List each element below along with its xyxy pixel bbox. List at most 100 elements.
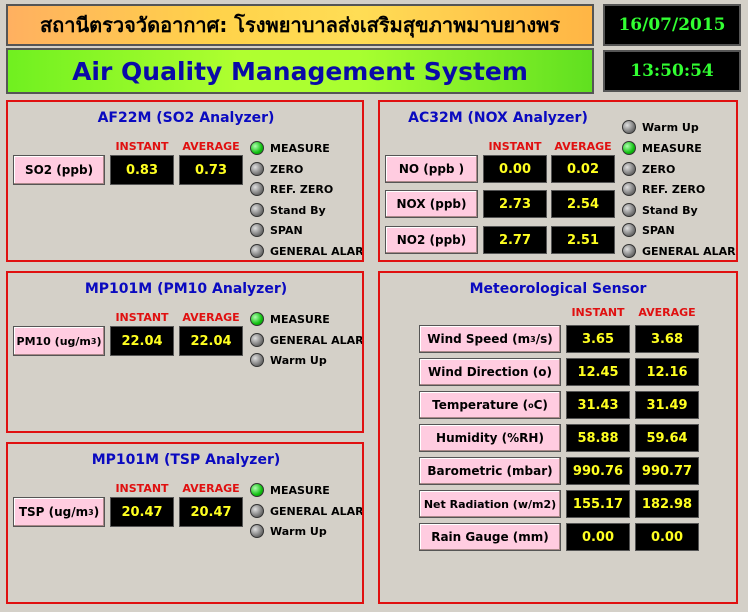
humidity-average: 59.64 bbox=[635, 424, 699, 452]
wind-speed-instant: 3.65 bbox=[566, 325, 630, 353]
met-average-header: AVERAGE bbox=[638, 306, 696, 319]
nox-instant-value: 2.73 bbox=[483, 190, 547, 218]
temperature-average: 31.49 bbox=[635, 391, 699, 419]
humidity-label: Humidity (%RH) bbox=[419, 424, 561, 452]
status-led-off-icon bbox=[250, 223, 264, 237]
so2-panel: AF22M (SO2 Analyzer) INSTANT AVERAGE SO2… bbox=[6, 100, 364, 262]
status-led-on-icon bbox=[250, 483, 264, 497]
status-led-off-icon bbox=[250, 504, 264, 518]
pm10-instant-header: INSTANT bbox=[115, 311, 169, 324]
no2-instant-value: 2.77 bbox=[483, 226, 547, 254]
pm10-instant-value: 22.04 bbox=[110, 326, 174, 356]
pm10-status-measure: MEASURE bbox=[250, 311, 362, 327]
pm10-title: MP101M (PM10 Analyzer) bbox=[84, 281, 288, 297]
status-led-off-icon bbox=[250, 244, 264, 258]
tsp-instant-header: INSTANT bbox=[115, 482, 169, 495]
temperature-label: Temperature ( o C) bbox=[419, 391, 561, 419]
rain-gauge-instant: 0.00 bbox=[566, 523, 630, 551]
status-led-off-icon bbox=[250, 162, 264, 176]
tsp-panel: MP101M (TSP Analyzer) INSTANT AVERAGE TS… bbox=[6, 442, 364, 604]
status-led-off-icon bbox=[622, 244, 636, 258]
so2-title: AF22M (SO2 Analyzer) bbox=[97, 110, 275, 126]
status-led-off-icon bbox=[250, 203, 264, 217]
tsp-status-measure: MEASURE bbox=[250, 482, 362, 498]
so2-instant-value: 0.83 bbox=[110, 155, 174, 185]
no-average-value: 0.02 bbox=[551, 155, 615, 183]
wind-direction-label: Wind Direction (o) bbox=[419, 358, 561, 386]
barometric-average: 990.77 bbox=[635, 457, 699, 485]
met-panel: Meteorological Sensor INSTANT AVERAGE Wi… bbox=[378, 271, 738, 604]
wind-speed-label: Wind Speed (m 3/s) bbox=[419, 325, 561, 353]
net-radiation-label: Net Radiation (w/m2) bbox=[419, 490, 561, 518]
nox-title: AC32M (NOX Analyzer) bbox=[408, 110, 588, 126]
tsp-title: MP101M (TSP Analyzer) bbox=[91, 452, 281, 468]
tsp-average-header: AVERAGE bbox=[182, 482, 240, 495]
pm10-status-warmup: Warm Up bbox=[250, 352, 362, 368]
date-display: 16/07/2015 bbox=[603, 4, 741, 46]
rain-gauge-label: Rain Gauge (mm) bbox=[419, 523, 561, 551]
temperature-instant: 31.43 bbox=[566, 391, 630, 419]
status-led-off-icon bbox=[250, 333, 264, 347]
status-led-off-icon bbox=[250, 524, 264, 538]
so2-average-header: AVERAGE bbox=[182, 140, 240, 153]
tsp-label: TSP (ug/m 3) bbox=[13, 497, 105, 527]
date-value: 16/07/2015 bbox=[618, 15, 726, 35]
nox-panel: AC32M (NOX Analyzer) INSTANT AVERAGE NO … bbox=[378, 100, 738, 262]
system-title: Air Quality Management System bbox=[72, 56, 528, 86]
status-led-on-icon bbox=[250, 141, 264, 155]
pm10-panel: MP101M (PM10 Analyzer) INSTANT AVERAGE P… bbox=[6, 271, 364, 433]
tsp-instant-value: 20.47 bbox=[110, 497, 174, 527]
tsp-average-value: 20.47 bbox=[179, 497, 243, 527]
time-display: 13:50:54 bbox=[603, 50, 741, 92]
met-title: Meteorological Sensor bbox=[469, 281, 647, 297]
nox-status-warmup: Warm Up bbox=[622, 119, 736, 135]
status-led-off-icon bbox=[622, 162, 636, 176]
wind-direction-instant: 12.45 bbox=[566, 358, 630, 386]
time-value: 13:50:54 bbox=[630, 61, 714, 81]
status-led-off-icon bbox=[622, 182, 636, 196]
net-radiation-average: 182.98 bbox=[635, 490, 699, 518]
pm10-average-value: 22.04 bbox=[179, 326, 243, 356]
so2-status-measure: MEASURE bbox=[250, 140, 362, 156]
barometric-instant: 990.76 bbox=[566, 457, 630, 485]
nox-status-zero: ZERO bbox=[622, 161, 736, 177]
so2-instant-header: INSTANT bbox=[115, 140, 169, 153]
nox-status-general-alarm: GENERAL ALARM bbox=[622, 243, 736, 259]
nox-status-standby: Stand By bbox=[622, 202, 736, 218]
system-title-banner: Air Quality Management System bbox=[6, 48, 594, 94]
nox-average-header: AVERAGE bbox=[554, 140, 612, 153]
status-led-off-icon bbox=[622, 223, 636, 237]
nox-instant-header: INSTANT bbox=[488, 140, 542, 153]
so2-status-span: SPAN bbox=[250, 222, 362, 238]
tsp-status-warmup: Warm Up bbox=[250, 523, 362, 539]
nox-status-measure: MEASURE bbox=[622, 140, 736, 156]
pm10-average-header: AVERAGE bbox=[182, 311, 240, 324]
station-name-banner: สถานีตรวจวัดอากาศ: โรงพยาบาลส่งเสริมสุขภ… bbox=[6, 4, 594, 46]
status-led-on-icon bbox=[622, 141, 636, 155]
status-led-off-icon bbox=[622, 203, 636, 217]
pm10-status-general-alarm: GENERAL ALARM bbox=[250, 332, 362, 348]
no2-average-value: 2.51 bbox=[551, 226, 615, 254]
so2-average-value: 0.73 bbox=[179, 155, 243, 185]
so2-status-ref-zero: REF. ZERO bbox=[250, 181, 362, 197]
humidity-instant: 58.88 bbox=[566, 424, 630, 452]
net-radiation-instant: 155.17 bbox=[566, 490, 630, 518]
so2-status-standby: Stand By bbox=[250, 202, 362, 218]
pm10-label: PM10 (ug/m 3) bbox=[13, 326, 105, 356]
met-instant-header: INSTANT bbox=[571, 306, 625, 319]
status-led-off-icon bbox=[622, 120, 636, 134]
status-led-on-icon bbox=[250, 312, 264, 326]
status-led-off-icon bbox=[250, 182, 264, 196]
nox-average-value: 2.54 bbox=[551, 190, 615, 218]
no-instant-value: 0.00 bbox=[483, 155, 547, 183]
wind-speed-average: 3.68 bbox=[635, 325, 699, 353]
nox-status-ref-zero: REF. ZERO bbox=[622, 181, 736, 197]
wind-direction-average: 12.16 bbox=[635, 358, 699, 386]
barometric-label: Barometric (mbar) bbox=[419, 457, 561, 485]
rain-gauge-average: 0.00 bbox=[635, 523, 699, 551]
nox-status-span: SPAN bbox=[622, 222, 736, 238]
tsp-status-general-alarm: GENERAL ALARM bbox=[250, 503, 362, 519]
nox-label: NOX (ppb) bbox=[385, 190, 478, 218]
station-name: สถานีตรวจวัดอากาศ: โรงพยาบาลส่งเสริมสุขภ… bbox=[39, 13, 561, 37]
so2-status-zero: ZERO bbox=[250, 161, 362, 177]
